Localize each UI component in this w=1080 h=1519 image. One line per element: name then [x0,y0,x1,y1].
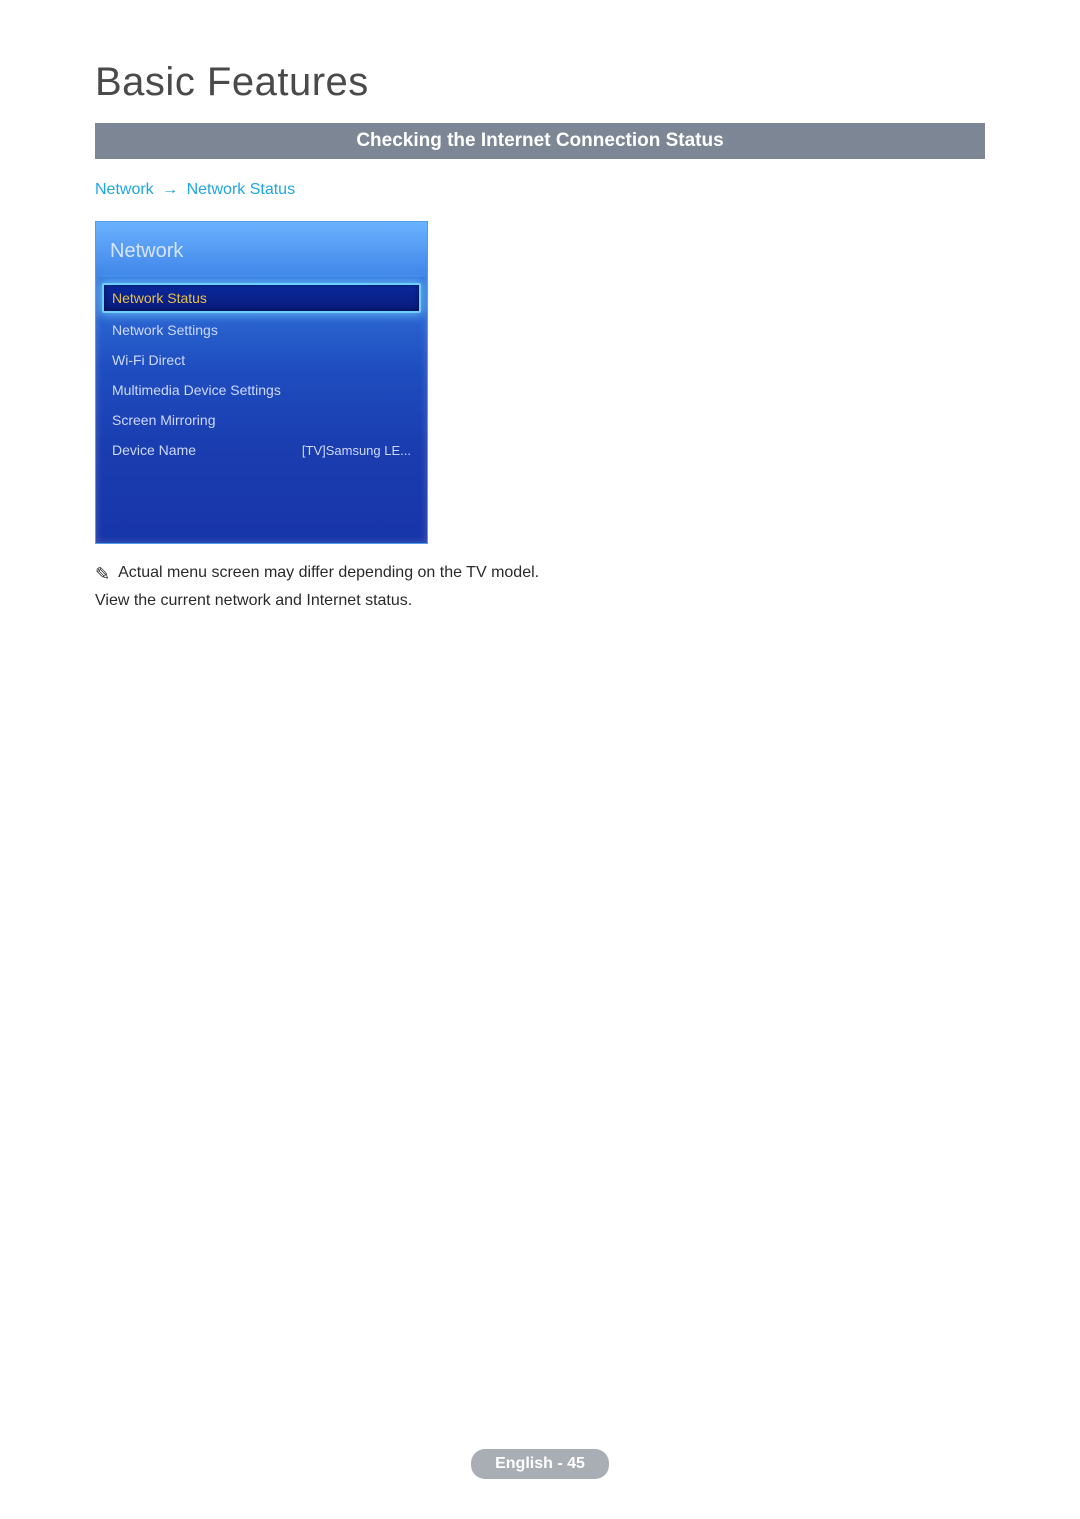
menu-item-network-status[interactable]: Network Status [102,283,421,313]
tv-menu-header: Network [96,222,427,277]
page-title: Basic Features [95,60,985,105]
menu-item-label: Multimedia Device Settings [112,382,281,398]
menu-item-label: Device Name [112,442,196,458]
note-text: Actual menu screen may differ depending … [118,564,539,582]
tv-menu-panel: Network Network Status Network Settings … [95,221,428,544]
menu-item-network-settings[interactable]: Network Settings [102,315,421,345]
breadcrumb-seg-2: Network Status [187,181,295,198]
manual-page: Basic Features Checking the Internet Con… [0,0,1080,1519]
breadcrumb: Network → Network Status [95,181,985,199]
section-heading-bar: Checking the Internet Connection Status [95,123,985,159]
menu-item-label: Wi-Fi Direct [112,352,185,368]
page-number-pill: English - 45 [471,1449,609,1479]
menu-item-device-name[interactable]: Device Name [TV]Samsung LE... [102,435,421,465]
menu-item-label: Screen Mirroring [112,412,215,428]
menu-item-label: Network Settings [112,322,218,338]
page-footer: English - 45 [0,1449,1080,1479]
menu-item-value: [TV]Samsung LE... [302,443,411,458]
menu-item-label: Network Status [112,290,207,306]
body-text: View the current network and Internet st… [95,592,985,610]
menu-item-wifi-direct[interactable]: Wi-Fi Direct [102,345,421,375]
note-row: ✎ Actual menu screen may differ dependin… [95,564,985,582]
breadcrumb-seg-1: Network [95,181,154,198]
note-icon: ✎ [95,565,110,583]
arrow-icon: → [158,181,182,198]
menu-item-screen-mirroring[interactable]: Screen Mirroring [102,405,421,435]
tv-menu-list: Network Status Network Settings Wi-Fi Di… [96,277,427,471]
menu-item-multimedia-device-settings[interactable]: Multimedia Device Settings [102,375,421,405]
